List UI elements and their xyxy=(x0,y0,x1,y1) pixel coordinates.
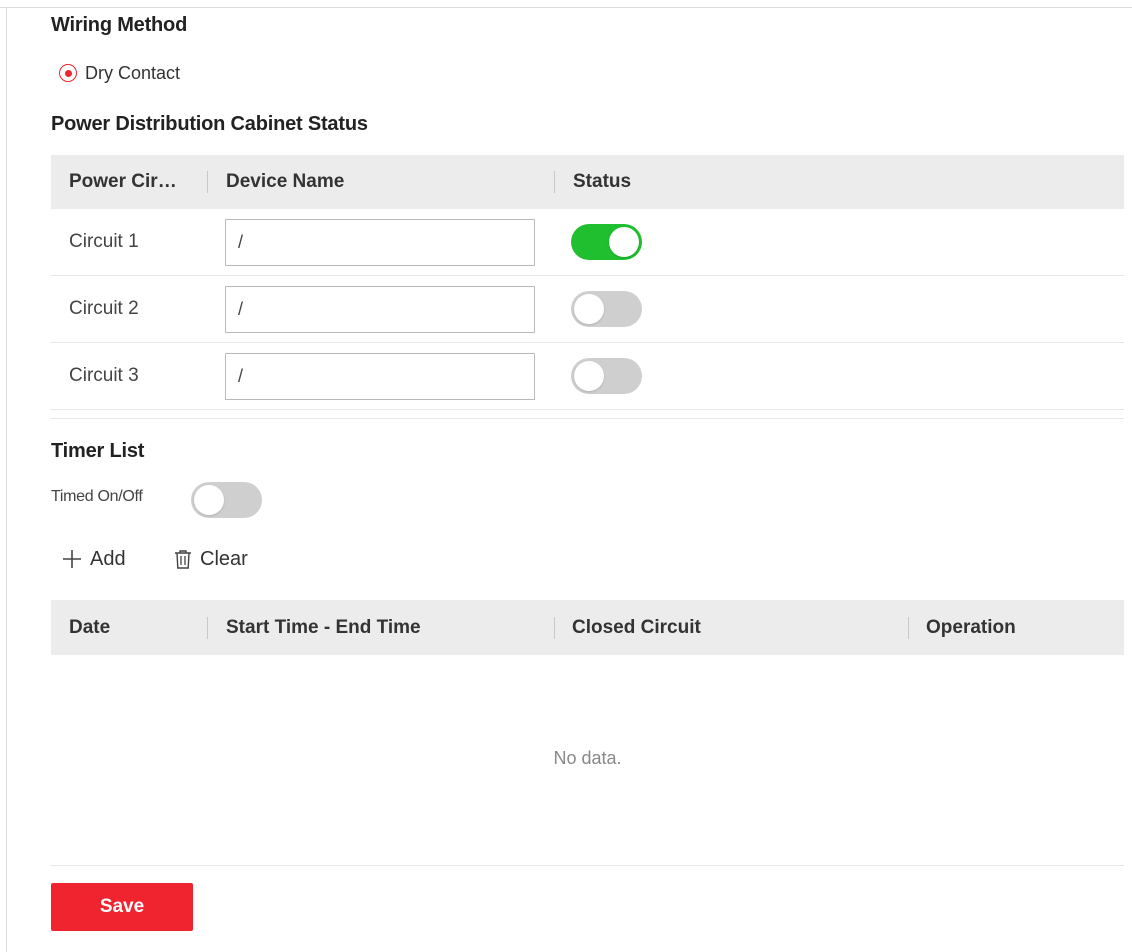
timed-on-off-label: Timed On/Off xyxy=(51,488,143,505)
cabinet-table-header: Power Cir… Device Name Status xyxy=(51,155,1124,209)
trash-icon xyxy=(174,549,192,569)
timer-table: Date Start Time - End Time Closed Circui… xyxy=(51,600,1124,655)
header-power-circuit: Power Cir… xyxy=(69,171,177,192)
header-date: Date xyxy=(69,616,111,638)
save-button[interactable]: Save xyxy=(51,883,193,931)
dry-contact-label: Dry Contact xyxy=(85,62,181,83)
panel-top-border xyxy=(0,7,1132,8)
header-operation: Operation xyxy=(926,616,1016,638)
dry-contact-radio[interactable]: Dry Contact xyxy=(59,61,180,85)
no-data-text: No data. xyxy=(553,748,622,768)
wiring-method-title: Wiring Method xyxy=(51,14,188,36)
header-time-range: Start Time - End Time xyxy=(226,616,421,638)
header-status: Status xyxy=(573,171,632,192)
clear-button[interactable]: Clear xyxy=(174,546,248,572)
radio-selected-icon[interactable] xyxy=(59,64,77,82)
header-device-name: Device Name xyxy=(226,171,345,192)
add-label: Add xyxy=(90,547,126,570)
footer-divider xyxy=(51,865,1124,866)
timer-list-title: Timer List xyxy=(51,440,145,462)
timed-on-off-toggle[interactable] xyxy=(191,482,262,518)
status-toggle[interactable] xyxy=(571,291,642,327)
panel-left-border xyxy=(6,7,7,952)
add-button[interactable]: Add xyxy=(62,546,126,572)
device-name-input[interactable] xyxy=(225,219,535,266)
circuit-name: Circuit 3 xyxy=(69,365,139,386)
status-toggle[interactable] xyxy=(571,358,642,394)
table-row: Circuit 3 xyxy=(51,343,1124,410)
circuit-name: Circuit 2 xyxy=(69,298,139,319)
plus-icon xyxy=(62,549,82,569)
device-name-input[interactable] xyxy=(225,286,535,333)
cabinet-status-title: Power Distribution Cabinet Status xyxy=(51,113,368,135)
table-row: Circuit 1 xyxy=(51,209,1124,276)
circuit-name: Circuit 1 xyxy=(69,231,139,252)
cabinet-status-table: Power Cir… Device Name Status Circuit 1 … xyxy=(51,155,1124,410)
status-toggle[interactable] xyxy=(571,224,642,260)
device-name-input[interactable] xyxy=(225,353,535,400)
timer-table-header: Date Start Time - End Time Closed Circui… xyxy=(51,600,1124,655)
clear-label: Clear xyxy=(200,547,248,570)
header-closed-circuit: Closed Circuit xyxy=(572,616,701,638)
table-row: Circuit 2 xyxy=(51,276,1124,343)
section-divider xyxy=(51,418,1124,419)
